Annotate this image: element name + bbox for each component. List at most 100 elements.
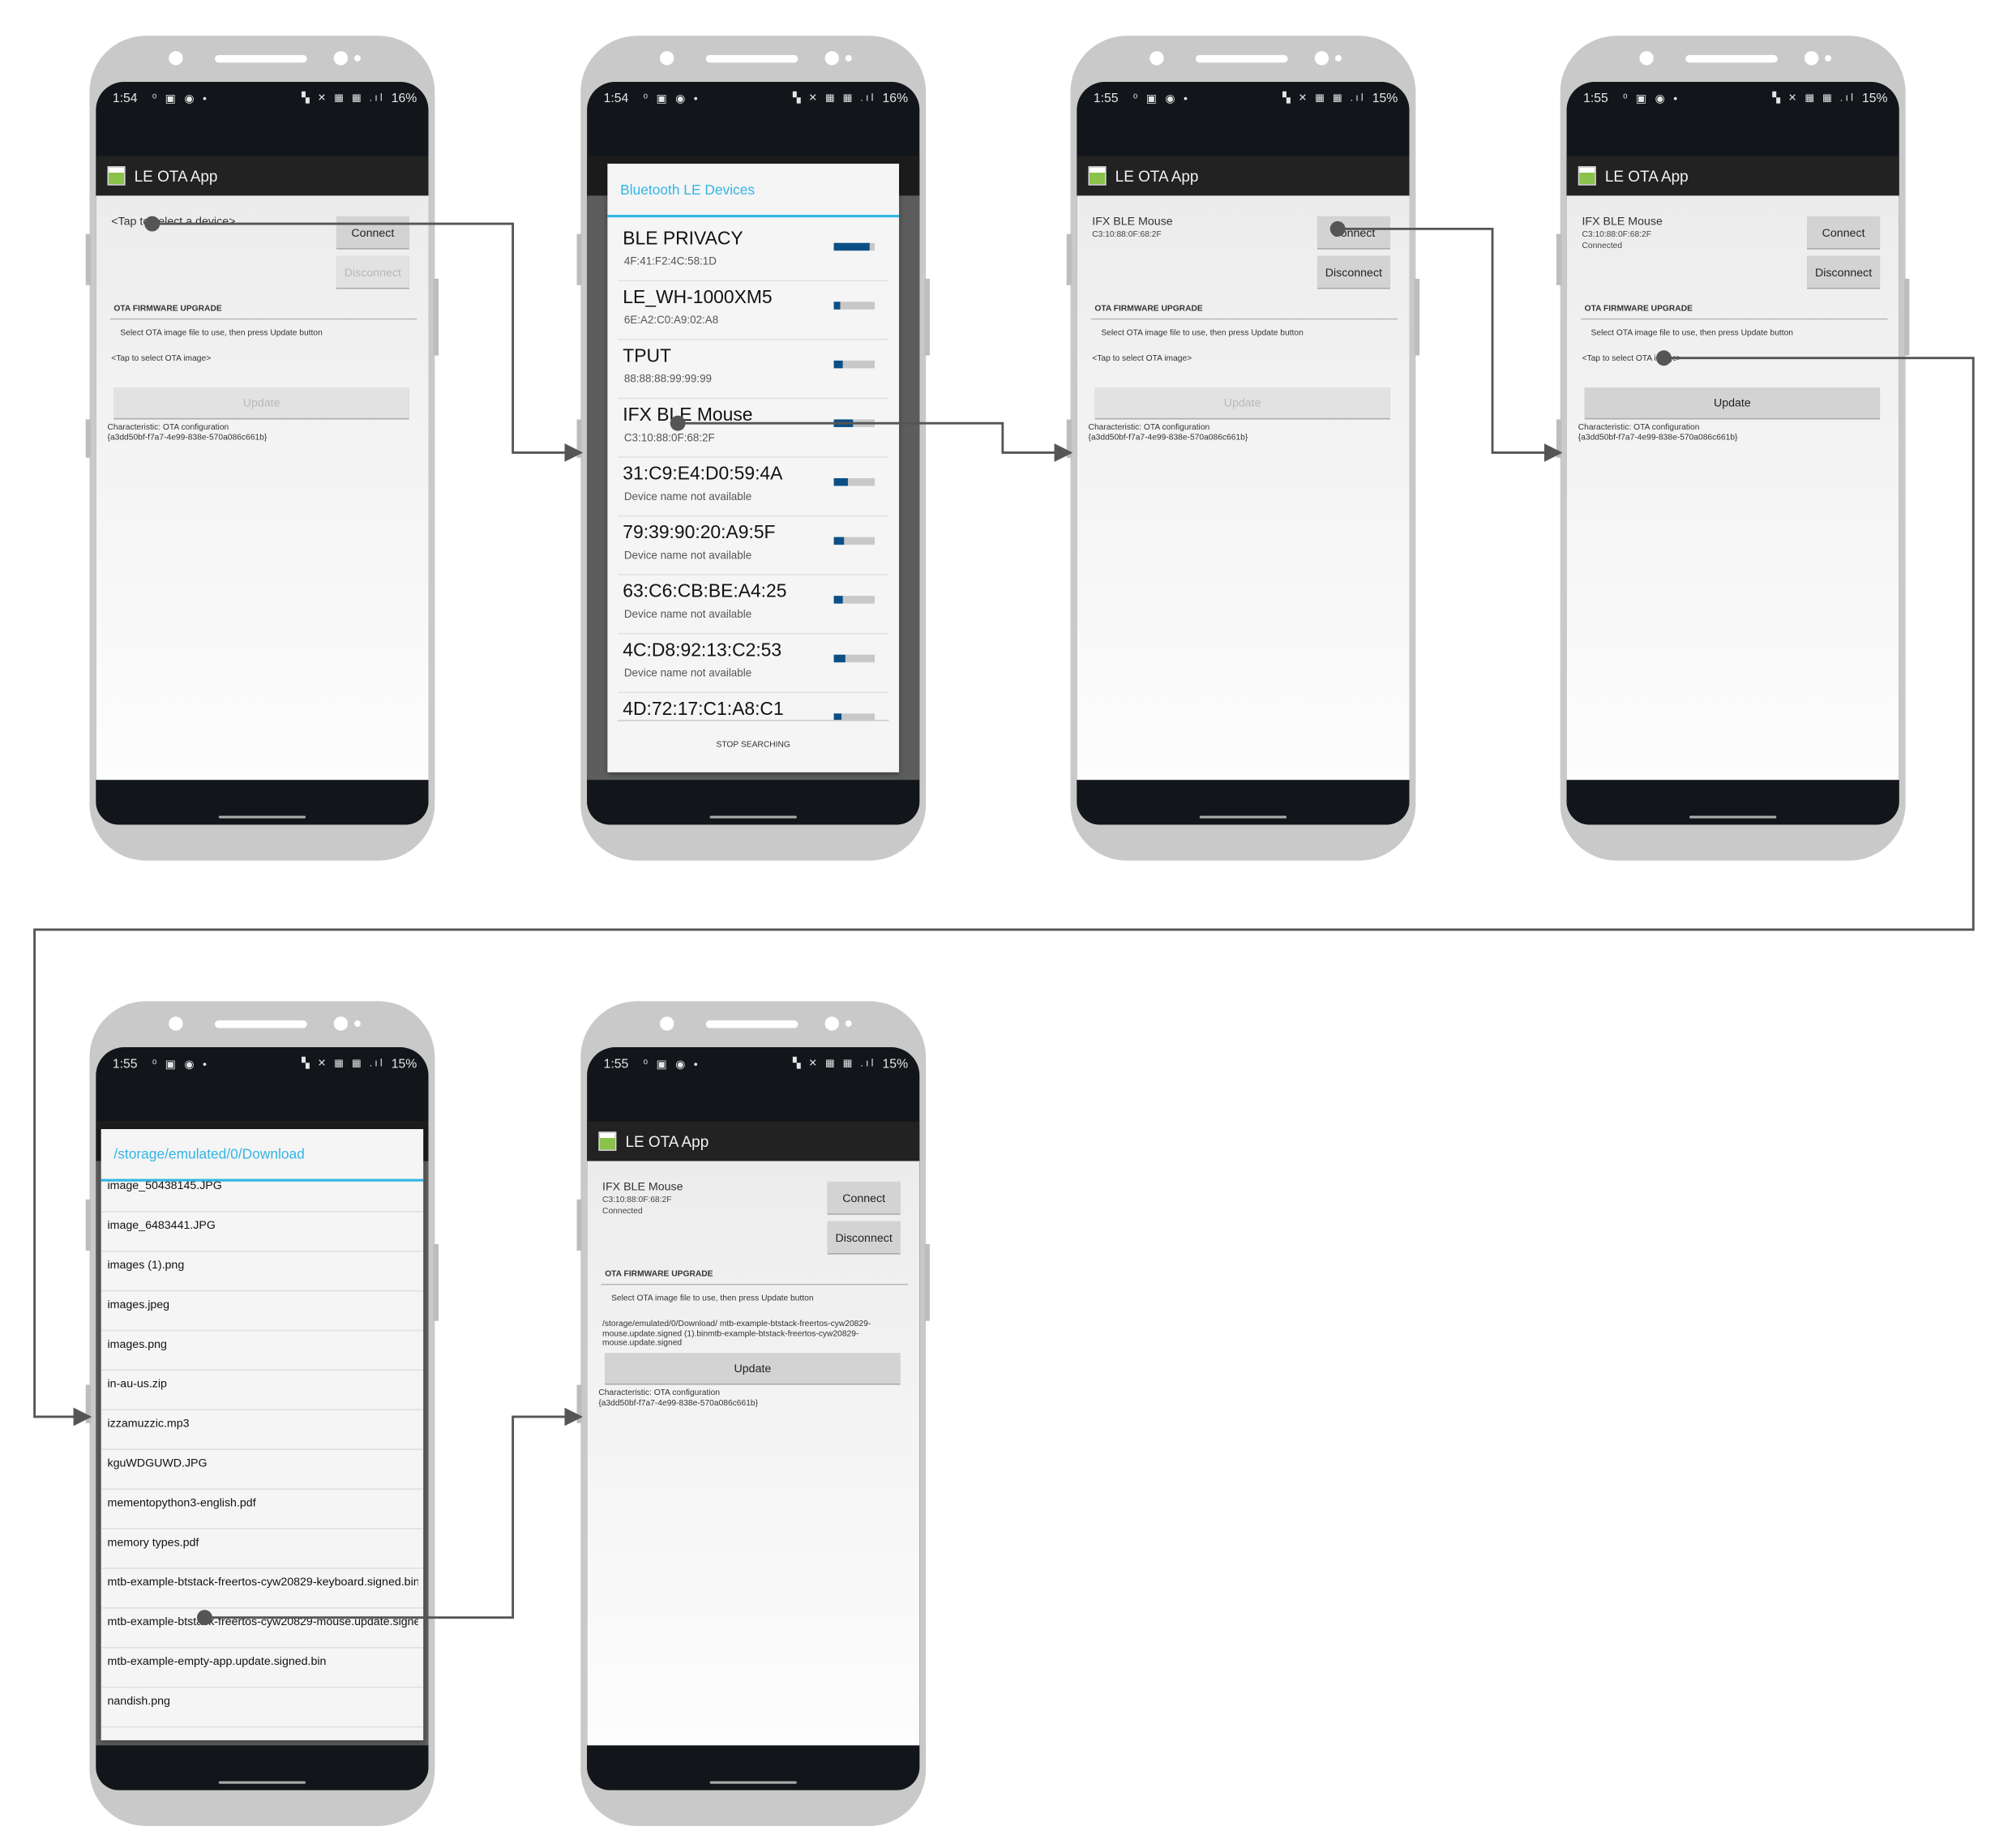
file-list-item[interactable]: memory types.pdf — [101, 1528, 424, 1569]
file-list-item[interactable]: nandish.png — [101, 1687, 424, 1728]
connect-button[interactable]: Connect — [1807, 216, 1881, 249]
side-button — [1556, 419, 1562, 458]
camera-icon — [1639, 51, 1654, 66]
file-list-item[interactable]: mtb-example-btstack-freertos-cyw20829-mo… — [101, 1607, 424, 1649]
file-name: memory types.pdf — [107, 1535, 199, 1549]
home-indicator[interactable] — [1199, 815, 1287, 819]
characteristic-label: Characteristic: OTA configuration — [598, 1388, 721, 1398]
device-name: 31:C9:E4:D0:59:4A — [623, 464, 783, 485]
phone-screen-6: 1:55 ⁰ ▣ ◉ • ▚ ✕ ▦ ▦ .ıl 15% LE OTA App … — [576, 1001, 930, 1826]
divider — [617, 720, 889, 721]
file-name: image_50438145.JPG — [107, 1181, 222, 1192]
file-list-item[interactable]: kguWDGUWD.JPG — [101, 1448, 424, 1490]
power-button — [924, 278, 930, 356]
device-address: C3:10:88:0F:68:2F — [1582, 229, 1652, 240]
signal-icons: ▚ ✕ ▦ ▦ .ıl — [1772, 92, 1856, 104]
file-list-item[interactable]: images (1).png — [101, 1251, 424, 1292]
screen: 1:54 ⁰ ▣ ◉ • ▚ ✕ ▦ ▦ .ıl 16% Bluetooth L… — [587, 81, 920, 825]
ota-image-select[interactable]: <Tap to select OTA image> — [111, 354, 408, 364]
app-title: LE OTA App — [1115, 167, 1199, 186]
signal-strength-bar — [833, 537, 875, 545]
device-name: BLE PRIVACY — [623, 229, 743, 250]
file-list-item[interactable]: mtb-example-btstack-freertos-cyw20829-ke… — [101, 1568, 424, 1609]
device-list-item[interactable]: IFX BLE Mouse C3:10:88:0F:68:2F — [617, 398, 889, 458]
device-list-item[interactable]: BLE PRIVACY 4F:41:F2:4C:58:1D — [617, 221, 889, 282]
status-bar: 1:55 ⁰ ▣ ◉ • ▚ ✕ ▦ ▦ .ıl 15% — [587, 1047, 919, 1122]
device-list[interactable]: BLE PRIVACY 4F:41:F2:4C:58:1D LE_WH-1000… — [607, 164, 899, 721]
signal-icons: ▚ ✕ ▦ ▦ .ıl — [1282, 92, 1366, 104]
file-list-item[interactable]: image_50438145.JPG — [101, 1182, 424, 1213]
sensor-icon — [1314, 51, 1329, 66]
file-list[interactable]: image_50438145.JPG image_6483441.JPGimage… — [101, 1182, 424, 1740]
file-dialog: /storage/emulated/0/Download image_50438… — [101, 1129, 424, 1741]
device-list-item[interactable]: TPUT 88:88:88:99:99:99 — [617, 339, 889, 400]
volume-button — [1556, 233, 1562, 285]
connect-button[interactable]: Connect — [827, 1181, 901, 1214]
device-list-item[interactable]: 63:C6:CB:BE:A4:25 Device name not availa… — [617, 574, 889, 635]
dialog-title: /storage/emulated/0/Download — [113, 1147, 305, 1163]
connect-button[interactable]: Connect — [1316, 216, 1390, 249]
file-list-item[interactable]: mementopython3-english.pdf — [101, 1488, 424, 1529]
characteristic-uuid: {a3dd50bf-f7a7-4e99-838e-570a086c661b} — [598, 1398, 759, 1408]
file-list-item[interactable]: images.png — [101, 1330, 424, 1371]
speaker-grille — [1685, 54, 1778, 63]
camera-icon — [1149, 51, 1164, 66]
side-button — [1066, 419, 1072, 458]
navigation-bar — [96, 780, 429, 825]
signal-strength-bar — [833, 302, 875, 310]
update-button[interactable]: Update — [1584, 387, 1881, 418]
home-indicator[interactable] — [218, 815, 306, 819]
signal-strength-bar — [833, 654, 875, 663]
disconnect-button[interactable]: Disconnect — [1316, 255, 1390, 288]
file-list-item[interactable]: mtb-example-empty-app.update.signed.bin — [101, 1647, 424, 1688]
file-list-item[interactable]: image_6483441.JPG — [101, 1211, 424, 1252]
device-select[interactable]: IFX BLE Mouse — [602, 1180, 683, 1193]
device-list-item[interactable]: LE_WH-1000XM5 6E:A2:C0:A9:02:A8 — [617, 280, 889, 340]
sensor-icon — [824, 51, 839, 66]
device-list-item[interactable]: 4C:D8:92:13:C2:53 Device name not availa… — [617, 633, 889, 694]
disconnect-button[interactable]: Disconnect — [1807, 255, 1881, 288]
device-list-item[interactable]: 31:C9:E4:D0:59:4A Device name not availa… — [617, 456, 889, 517]
side-button — [576, 419, 582, 458]
disconnect-button[interactable]: Disconnect — [336, 255, 409, 288]
device-name: 79:39:90:20:A9:5F — [623, 523, 776, 544]
volume-button — [85, 233, 92, 285]
connect-button[interactable]: Connect — [336, 216, 409, 249]
disconnect-button[interactable]: Disconnect — [827, 1221, 901, 1254]
screen: 1:55 ⁰ ▣ ◉ • ▚ ✕ ▦ ▦ .ıl 15% /storage/em… — [96, 1047, 429, 1790]
device-list-item[interactable]: 79:39:90:20:A9:5F Device name not availa… — [617, 515, 889, 575]
update-button[interactable]: Update — [605, 1353, 901, 1384]
volume-button — [85, 1199, 92, 1251]
app-logo-icon — [1578, 166, 1596, 186]
status-time: 1:55 — [1093, 92, 1119, 106]
device-select[interactable]: <Tap to select a device> — [111, 215, 235, 228]
file-list-item[interactable]: in-au-us.zip — [101, 1370, 424, 1411]
update-button[interactable]: Update — [113, 387, 409, 418]
device-select[interactable]: IFX BLE Mouse — [1582, 215, 1662, 228]
app-title: LE OTA App — [134, 167, 218, 186]
file-name: images (1).png — [107, 1258, 185, 1272]
section-header: OTA FIRMWARE UPGRADE — [605, 1269, 713, 1279]
ota-image-select[interactable]: <Tap to select OTA image> — [1092, 354, 1389, 364]
home-indicator[interactable] — [709, 815, 797, 819]
device-address: Device name not available — [623, 490, 752, 503]
file-list-item[interactable]: images.jpeg — [101, 1290, 424, 1332]
characteristic-info: Characteristic: OTA configuration {a3dd5… — [1578, 423, 1738, 443]
divider — [1580, 318, 1888, 320]
home-indicator[interactable] — [1689, 815, 1777, 819]
device-name: TPUT — [623, 346, 672, 367]
battery-level: 15% — [1372, 92, 1398, 106]
file-name: image_6483441.JPG — [107, 1218, 216, 1232]
home-indicator[interactable] — [218, 1781, 306, 1784]
home-indicator[interactable] — [709, 1781, 797, 1784]
notification-icons: ⁰ ▣ ◉ • — [152, 1057, 210, 1071]
device-list-item[interactable]: 4D:72:17:C1:A8:C1 — [618, 691, 888, 721]
stop-searching-button[interactable]: STOP SEARCHING — [607, 740, 899, 749]
file-list-item[interactable]: izzamuzzic.mp3 — [101, 1410, 424, 1450]
ota-image-select[interactable]: <Tap to select OTA image> — [1582, 354, 1878, 364]
signal-icons: ▚ ✕ ▦ ▦ .ıl — [792, 92, 876, 104]
device-select[interactable]: IFX BLE Mouse — [1092, 215, 1172, 228]
update-button[interactable]: Update — [1094, 387, 1390, 418]
ota-image-select[interactable]: /storage/emulated/0/Download/ mtb-exampl… — [602, 1320, 899, 1348]
app-content: <Tap to select a device> Connect Disconn… — [96, 195, 429, 781]
